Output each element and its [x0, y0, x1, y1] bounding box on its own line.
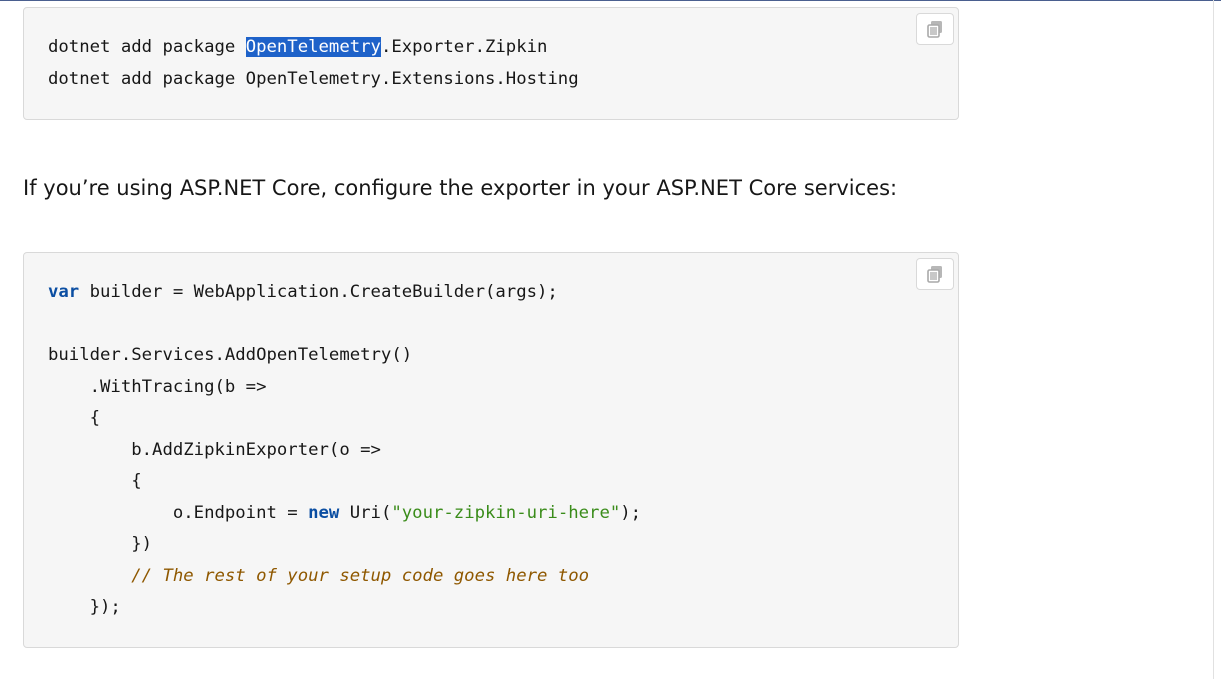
code-text: Uri(	[339, 502, 392, 523]
copy-icon	[925, 19, 945, 39]
code-line: dotnet add package OpenTelemetry.Exporte…	[48, 32, 579, 64]
code-text: builder = WebApplication.CreateBuilder(a…	[79, 282, 558, 302]
page-right-border	[1213, 0, 1214, 679]
code-text: );	[620, 502, 642, 523]
code-line: // The rest of your setup code goes here…	[48, 561, 641, 593]
code-text: o.Endpoint =	[48, 502, 309, 523]
code-text: .Exporter.Zipkin	[380, 37, 548, 57]
keyword: var	[48, 282, 80, 302]
instruction-paragraph: If you’re using ASP.NET Core, configure …	[23, 176, 898, 200]
code-line: {	[48, 471, 142, 491]
string-literal: "your-zipkin-uri-here"	[391, 502, 621, 523]
code-comment: // The rest of your setup code goes here…	[131, 565, 590, 586]
code-line: builder.Services.AddOpenTelemetry()	[48, 345, 413, 365]
copy-button[interactable]	[916, 258, 954, 290]
code-content[interactable]: var builder = WebApplication.CreateBuild…	[48, 277, 641, 624]
code-line: dotnet add package OpenTelemetry.Extensi…	[48, 68, 579, 89]
code-line: var builder = WebApplication.CreateBuild…	[48, 277, 641, 309]
code-block-configure: var builder = WebApplication.CreateBuild…	[23, 252, 959, 648]
keyword: new	[308, 502, 340, 523]
selected-text: OpenTelemetry	[245, 37, 381, 57]
code-line: {	[48, 408, 101, 428]
code-block-install: dotnet add package OpenTelemetry.Exporte…	[23, 7, 959, 120]
code-line: o.Endpoint = new Uri("your-zipkin-uri-he…	[48, 498, 641, 530]
code-line: .WithTracing(b =>	[48, 376, 267, 397]
top-border	[0, 0, 1221, 1]
code-content[interactable]: dotnet add package OpenTelemetry.Exporte…	[48, 32, 579, 95]
code-text: dotnet add package	[48, 37, 246, 57]
code-line: })	[48, 534, 153, 554]
copy-button[interactable]	[916, 13, 954, 45]
copy-icon	[925, 264, 945, 284]
code-line: b.AddZipkinExporter(o =>	[48, 439, 381, 460]
code-line: });	[48, 597, 121, 617]
